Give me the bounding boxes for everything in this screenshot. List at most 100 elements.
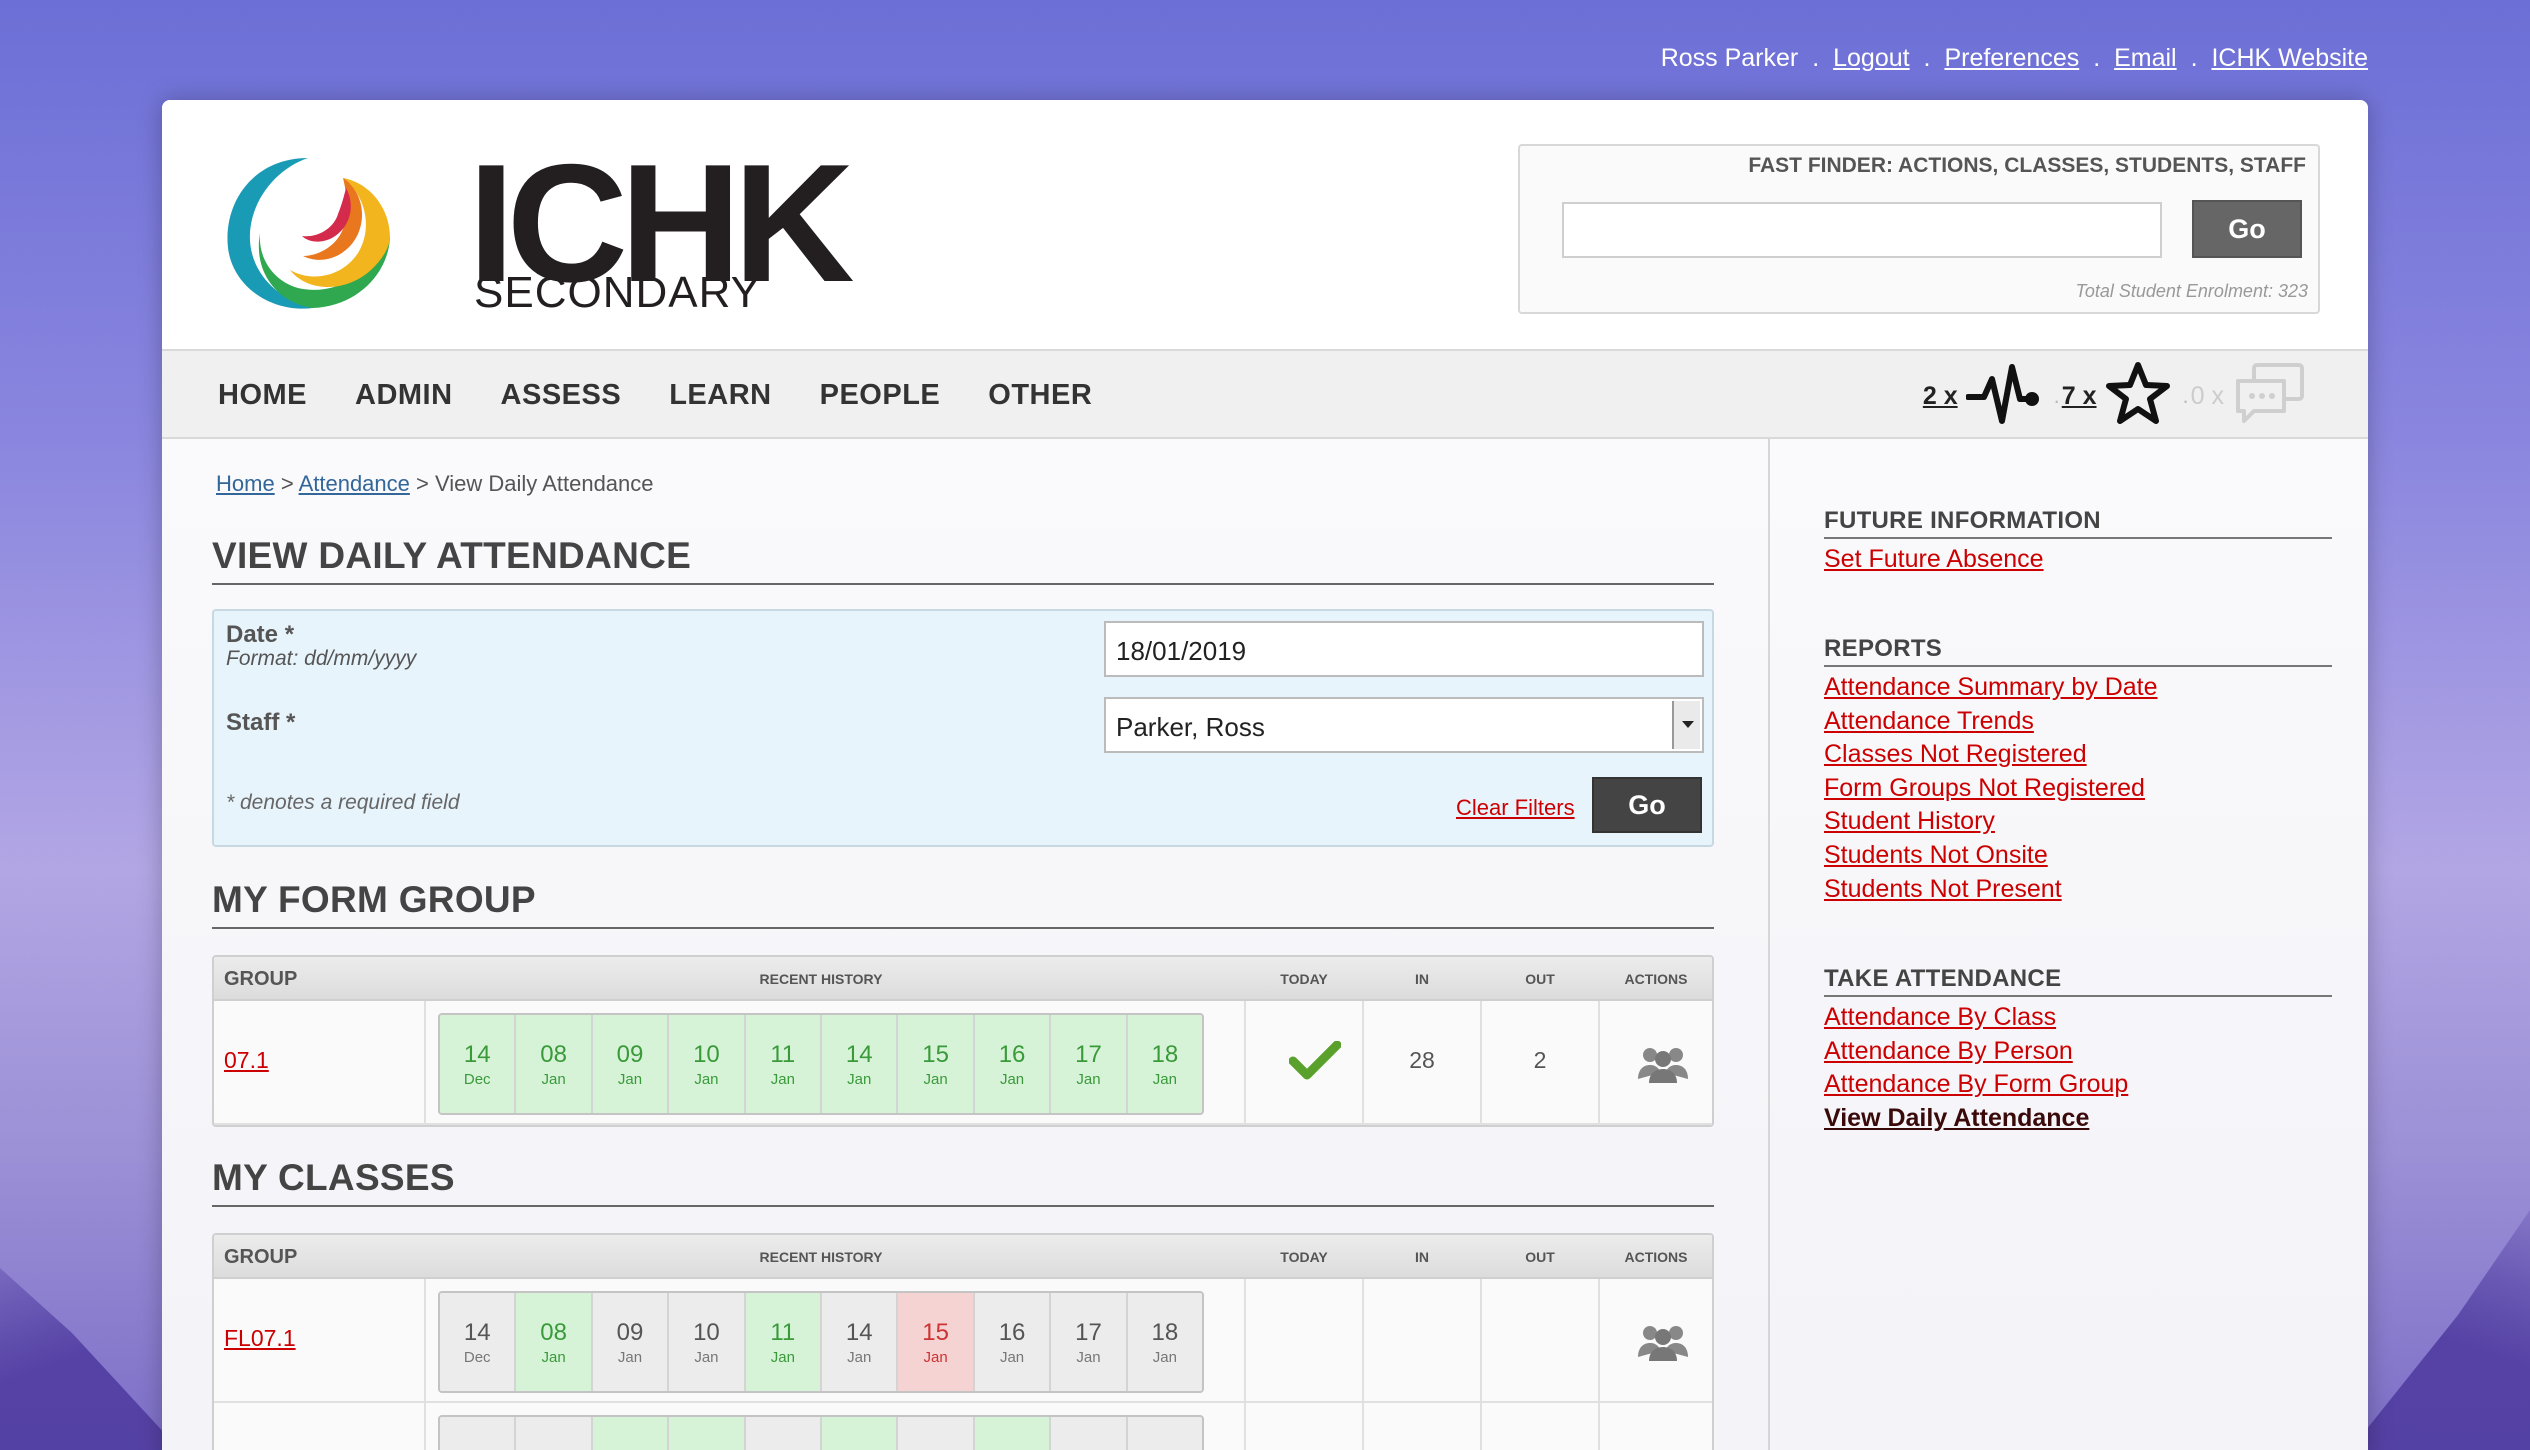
history-day[interactable]	[898, 1417, 975, 1450]
school-logo[interactable]: ICHK SECONDARY	[218, 139, 855, 318]
attendance-by-form-group-link[interactable]: Attendance By Form Group	[1824, 1068, 2128, 1102]
take-attendance-people-icon[interactable]	[1636, 1321, 1690, 1366]
nav-admin[interactable]: ADMIN	[355, 379, 453, 412]
history-day-number: 14	[845, 1041, 873, 1068]
history-day-number: 08	[540, 1041, 567, 1068]
breadcrumb-attendance[interactable]: Attendance	[299, 471, 410, 496]
alerts-count[interactable]: 2 x	[1923, 382, 1958, 411]
report-students-not-onsite-link[interactable]: Students Not Onsite	[1824, 839, 2158, 873]
history-day[interactable]: 18 Jan	[1127, 1293, 1202, 1391]
clear-filters-link[interactable]: Clear Filters	[1456, 795, 1575, 821]
history-day[interactable]	[440, 1417, 517, 1450]
col-group: GROUP	[224, 968, 298, 990]
history-day-month: Jan	[694, 1071, 719, 1088]
recent-history	[438, 1415, 1204, 1450]
future-info-list: Set Future Absence	[1824, 543, 2044, 577]
history-day[interactable]: 09 Jan	[592, 1293, 670, 1391]
history-day-number: 16	[998, 1041, 1026, 1068]
history-day[interactable]: 14 Jan	[822, 1015, 899, 1113]
date-input[interactable]: 18/01/2019	[1104, 621, 1704, 677]
history-day[interactable]: 15 Jan	[898, 1015, 975, 1113]
history-day-month: Jan	[1076, 1071, 1101, 1088]
separator: .	[1812, 44, 1820, 72]
website-link[interactable]: ICHK Website	[2211, 44, 2368, 72]
history-day[interactable]: 11 Jan	[745, 1293, 823, 1391]
preferences-link[interactable]: Preferences	[1944, 44, 2079, 72]
chevron-down-icon[interactable]	[1672, 701, 1700, 749]
history-day[interactable]: 14 Dec	[440, 1293, 517, 1391]
filter-go-button[interactable]: Go	[1592, 777, 1702, 833]
staff-select[interactable]: Parker, Ross	[1104, 697, 1704, 753]
breadcrumb-home[interactable]: Home	[216, 471, 275, 496]
nav-other[interactable]: OTHER	[988, 379, 1092, 412]
history-day[interactable]: 09 Jan	[592, 1015, 670, 1113]
email-link[interactable]: Email	[2114, 44, 2177, 72]
history-day[interactable]	[592, 1417, 670, 1450]
history-day[interactable]: 18 Jan	[1127, 1015, 1202, 1113]
history-day-month: Jan	[541, 1349, 566, 1366]
history-day-month: Jan	[694, 1349, 719, 1366]
fast-finder-go-button[interactable]: Go	[2192, 200, 2302, 258]
fast-finder-title: FAST FINDER: ACTIONS, CLASSES, STUDENTS,…	[1748, 154, 2306, 177]
report-form-groups-not-registered-link[interactable]: Form Groups Not Registered	[1824, 772, 2158, 806]
history-day-month: Jan	[1152, 1349, 1177, 1366]
col-in: IN	[1415, 1249, 1429, 1265]
col-out: OUT	[1525, 1249, 1555, 1265]
history-day-month: Jan	[1152, 1071, 1177, 1088]
history-day[interactable]	[1127, 1417, 1202, 1450]
checkmark-icon	[1288, 1040, 1342, 1086]
history-day[interactable]	[974, 1417, 1052, 1450]
history-day[interactable]: 17 Jan	[1051, 1293, 1128, 1391]
heartbeat-icon[interactable]	[1964, 359, 2042, 434]
form-group-table: GROUP RECENT HISTORY TODAY IN OUT ACTION…	[212, 955, 1714, 1127]
history-day[interactable]: 15 Jan	[898, 1293, 975, 1391]
report-student-history-link[interactable]: Student History	[1824, 805, 2158, 839]
history-day[interactable]: 14 Dec	[440, 1015, 517, 1113]
star-icon[interactable]	[2105, 361, 2171, 432]
history-day[interactable]: 08 Jan	[516, 1015, 593, 1113]
take-attendance-people-icon[interactable]	[1636, 1043, 1690, 1088]
breadcrumb-separator: >	[416, 471, 429, 496]
history-day[interactable]: 14 Jan	[822, 1293, 899, 1391]
date-label: Date *	[226, 621, 295, 648]
staff-label: Staff *	[226, 709, 296, 736]
history-day-month: Jan	[999, 1349, 1025, 1366]
history-day[interactable]: 16 Jan	[974, 1015, 1052, 1113]
nav-people[interactable]: PEOPLE	[820, 379, 941, 412]
logout-link[interactable]: Logout	[1833, 44, 1909, 72]
report-attendance-summary-link[interactable]: Attendance Summary by Date	[1824, 671, 2158, 705]
nav-assess[interactable]: ASSESS	[501, 379, 622, 412]
report-students-not-present-link[interactable]: Students Not Present	[1824, 873, 2158, 907]
set-future-absence-link[interactable]: Set Future Absence	[1824, 543, 2044, 577]
user-links: Ross Parker . Logout . Preferences . Ema…	[1661, 44, 2368, 73]
history-day-month: Dec	[463, 1349, 491, 1366]
history-day[interactable]: 16 Jan	[974, 1293, 1052, 1391]
nav-learn[interactable]: LEARN	[669, 379, 771, 412]
in-count: 28	[1409, 1047, 1435, 1073]
history-day[interactable]	[1051, 1417, 1128, 1450]
history-day[interactable]: 08 Jan	[516, 1293, 593, 1391]
attendance-by-person-link[interactable]: Attendance By Person	[1824, 1035, 2128, 1069]
history-day[interactable]	[516, 1417, 593, 1450]
history-day[interactable]: 17 Jan	[1051, 1015, 1128, 1113]
attendance-by-class-link[interactable]: Attendance By Class	[1824, 1001, 2128, 1035]
report-classes-not-registered-link[interactable]: Classes Not Registered	[1824, 738, 2158, 772]
likes-count[interactable]: 7 x	[2062, 382, 2097, 411]
history-day[interactable]	[669, 1417, 746, 1450]
history-day[interactable]	[745, 1417, 823, 1450]
history-day[interactable]: 11 Jan	[745, 1015, 823, 1113]
history-day[interactable]	[822, 1417, 899, 1450]
fast-finder-input[interactable]	[1562, 202, 2162, 258]
view-daily-attendance-link[interactable]: View Daily Attendance	[1824, 1102, 2128, 1136]
breadcrumb-current: View Daily Attendance	[435, 471, 654, 496]
messages-icon	[2232, 359, 2308, 434]
history-day-number: 14	[463, 1041, 491, 1068]
group-link[interactable]: FL07.1	[224, 1325, 296, 1352]
main-container: ICHK SECONDARY FAST FINDER: ACTIONS, CLA…	[162, 100, 2368, 1450]
nav-home[interactable]: HOME	[218, 379, 307, 412]
fast-finder: FAST FINDER: ACTIONS, CLASSES, STUDENTS,…	[1518, 144, 2320, 314]
group-link[interactable]: 07.1	[224, 1047, 269, 1074]
report-attendance-trends-link[interactable]: Attendance Trends	[1824, 705, 2158, 739]
history-day[interactable]: 10 Jan	[669, 1293, 746, 1391]
history-day[interactable]: 10 Jan	[669, 1015, 746, 1113]
